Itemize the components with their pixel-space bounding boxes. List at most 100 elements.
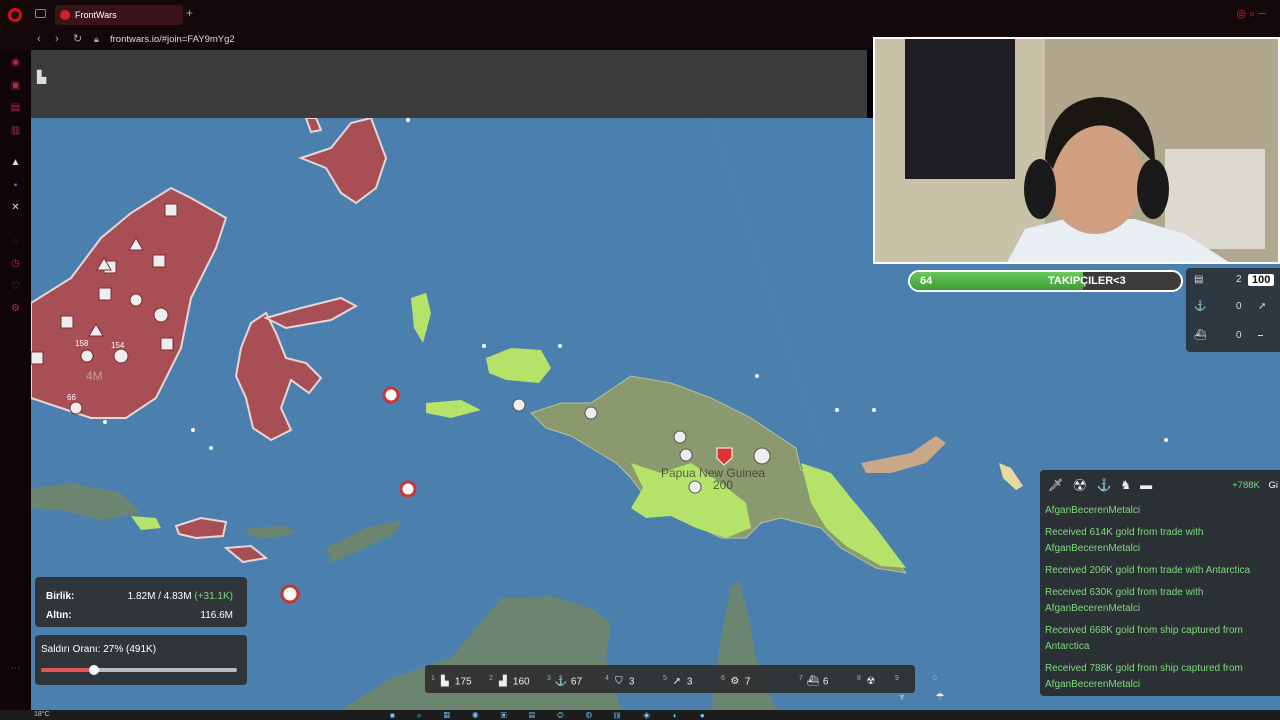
event-gold-suffix: Gi <box>1268 480 1279 491</box>
tab-overview-icon[interactable] <box>35 9 46 18</box>
leaderboard-icon[interactable]: ▙ <box>37 70 46 84</box>
seram-player-island <box>426 400 481 418</box>
city-icon: ▙ <box>441 676 449 688</box>
windows-taskbar: 18°C ■ ⌕ ▦ ◉ ▣ ▤ ◎ ◍ ▥ ◈ ◐ ● <box>0 710 1280 720</box>
unit-stats-panel: ▤ 2 100 ⚓ 0 ➚ ⛴ 0 ⎯ <box>1186 268 1280 352</box>
sidebar-x-icon[interactable]: ✕ <box>10 202 21 213</box>
build-count: 3 <box>628 676 635 688</box>
missile-silo-icon: ➚ <box>672 676 682 688</box>
build-hotkey: 8 <box>857 675 861 682</box>
sidebar-messenger-icon[interactable]: ▤ <box>10 102 21 113</box>
troops-increase: (+31.1K) <box>194 591 233 602</box>
build-hotkey: 7 <box>799 675 803 682</box>
frontwars-favicon-icon <box>60 10 70 20</box>
sidebar-wallet-icon[interactable]: ▣ <box>10 80 21 91</box>
missile-icon: ➚ <box>1258 301 1267 312</box>
build-item-hydrogen-bomb[interactable]: 9♆ <box>895 671 915 703</box>
build-item-factory[interactable]: 2 ▟ 160 <box>489 671 530 687</box>
build-hotkey: 5 <box>663 675 667 682</box>
borneo-enemy-territory <box>31 186 228 419</box>
unit-label-3: 4M <box>86 369 103 383</box>
url-field[interactable]: frontwars.io/#join=FAY9mYg2 <box>110 32 235 47</box>
tab-title: FrontWars <box>75 10 117 20</box>
event-gold-total-wrap: +788K Gi <box>1232 480 1278 491</box>
port-count: 0 <box>1236 301 1242 312</box>
sumbawa-enemy <box>174 516 228 540</box>
tab-frontwars[interactable]: FrontWars <box>55 5 183 25</box>
event-message-3: Received 630K gold from trade with Afgan… <box>1045 587 1204 614</box>
build-hotkey: 6 <box>721 675 725 682</box>
new-britain-neutral <box>861 436 946 473</box>
back-icon[interactable]: ‹ <box>37 32 41 47</box>
warship-count: 0 <box>1236 330 1242 341</box>
attack-ratio-slider[interactable] <box>41 665 237 675</box>
build-item-warship[interactable]: 7 ⛴ 6 <box>799 671 828 687</box>
sidebar-settings-icon[interactable]: ⚙ <box>10 303 21 314</box>
build-item-mirv[interactable]: 0☂ <box>933 671 950 703</box>
luzon-fragment <box>304 118 323 134</box>
unit-row-warship: ⛴ 0 ⎯ <box>1194 330 1263 341</box>
attack-ratio-knob[interactable] <box>88 665 99 675</box>
unit-row-city: ▤ 2 100 <box>1194 274 1275 286</box>
build-item-city[interactable]: 1 ▙ 175 <box>431 671 472 687</box>
unit-label-0: 158 <box>75 339 89 348</box>
build-count: 160 <box>512 676 530 688</box>
sidebar-history-icon[interactable]: ◌ <box>10 236 21 247</box>
event-message-1: Received 614K gold from trade with Afgan… <box>1045 527 1204 554</box>
troops-value-wrap: 1.82M / 4.83M (+31.1K) <box>128 591 233 602</box>
waigeo-player-island <box>486 348 551 383</box>
weather-temperature[interactable]: 18°C <box>34 710 50 720</box>
attack-ratio-panel: Saldırı Oranı: 27% (491K) <box>35 635 247 685</box>
build-count: 175 <box>454 676 472 688</box>
attack-ratio-label: Saldırı Oranı: 27% (491K) <box>41 644 157 655</box>
streamer-webcam <box>873 37 1280 264</box>
port-icon: ⚓ <box>554 676 568 688</box>
build-item-missile-silo[interactable]: 5 ➚ 3 <box>663 671 692 687</box>
build-hotkey: 0 <box>933 675 937 682</box>
build-count: 67 <box>570 676 583 688</box>
java-east-neutral <box>31 483 141 520</box>
sidebar-arrow-icon[interactable]: ▲ <box>10 157 21 168</box>
new-tab-button[interactable]: + <box>186 6 193 20</box>
event-message-0: AfganBecerenMetalci <box>1045 505 1141 516</box>
reload-icon[interactable]: ↻ <box>73 32 82 47</box>
city-max-value: 100 <box>1248 274 1275 286</box>
troops-label: Birlik: <box>46 591 75 602</box>
warship-icon: ⛴ <box>1194 330 1207 341</box>
trade-route-line <box>710 118 822 449</box>
sumba-enemy <box>223 544 269 564</box>
build-hotkey: 1 <box>431 675 435 682</box>
event-message-5: Received 788K gold from ship captured fr… <box>1045 663 1243 690</box>
build-hotkey: 2 <box>489 675 493 682</box>
build-item-atom-bomb[interactable]: 8 ☢ <box>857 671 881 687</box>
build-item-port[interactable]: 3 ⚓ 67 <box>547 671 582 687</box>
build-hotkey: 9 <box>895 675 899 682</box>
event-message-4: Received 668K gold from ship captured fr… <box>1045 625 1243 652</box>
forward-icon[interactable]: › <box>55 32 59 47</box>
sidebar-clock-icon[interactable]: ◷ <box>10 258 21 269</box>
gold-value: 116.6M <box>200 610 233 621</box>
build-item-defense-post[interactable]: 4 ⛉ 3 <box>605 671 634 687</box>
defense-post-icon: ⛉ <box>615 676 623 688</box>
unit-label-1: 154 <box>111 341 125 350</box>
country-troops-label: 200 <box>713 478 733 492</box>
timor-neutral <box>326 520 401 563</box>
opera-logo-icon[interactable] <box>8 8 22 22</box>
boat-icon: ⎯ <box>1258 330 1263 341</box>
hydrogen-bomb-icon: ♆ <box>898 692 906 704</box>
build-item-sam-launcher[interactable]: 6 ⚙ 7 <box>721 671 750 687</box>
sidebar-heart-icon[interactable]: ♡ <box>10 281 21 292</box>
lock-icon: 🔒︎ <box>94 34 99 44</box>
gold-label: Altın: <box>46 610 72 621</box>
nuke-markers <box>280 386 417 604</box>
sidebar-more-icon[interactable]: ⋯ <box>10 663 21 674</box>
sidebar-aria-icon[interactable]: ◉ <box>10 57 21 68</box>
sidebar-whatsapp-icon[interactable]: ▥ <box>10 125 21 136</box>
bali-lombok-player <box>131 516 161 530</box>
taskbar-app-icons[interactable]: ■ ⌕ ▦ ◉ ▣ ▤ ◎ ◍ ▥ ◈ ◐ ● <box>390 711 715 720</box>
build-hotkey: 3 <box>547 675 551 682</box>
browser-tab-bar: FrontWars + ◎ ⌕ ─ <box>0 0 1280 29</box>
sidebar-twitch-icon[interactable]: ▪ <box>10 180 21 191</box>
event-filter-icons[interactable]: 🗡☢⚓♞▬ <box>1048 478 1161 492</box>
window-controls[interactable]: ◎ ⌕ ─ <box>1236 7 1266 21</box>
